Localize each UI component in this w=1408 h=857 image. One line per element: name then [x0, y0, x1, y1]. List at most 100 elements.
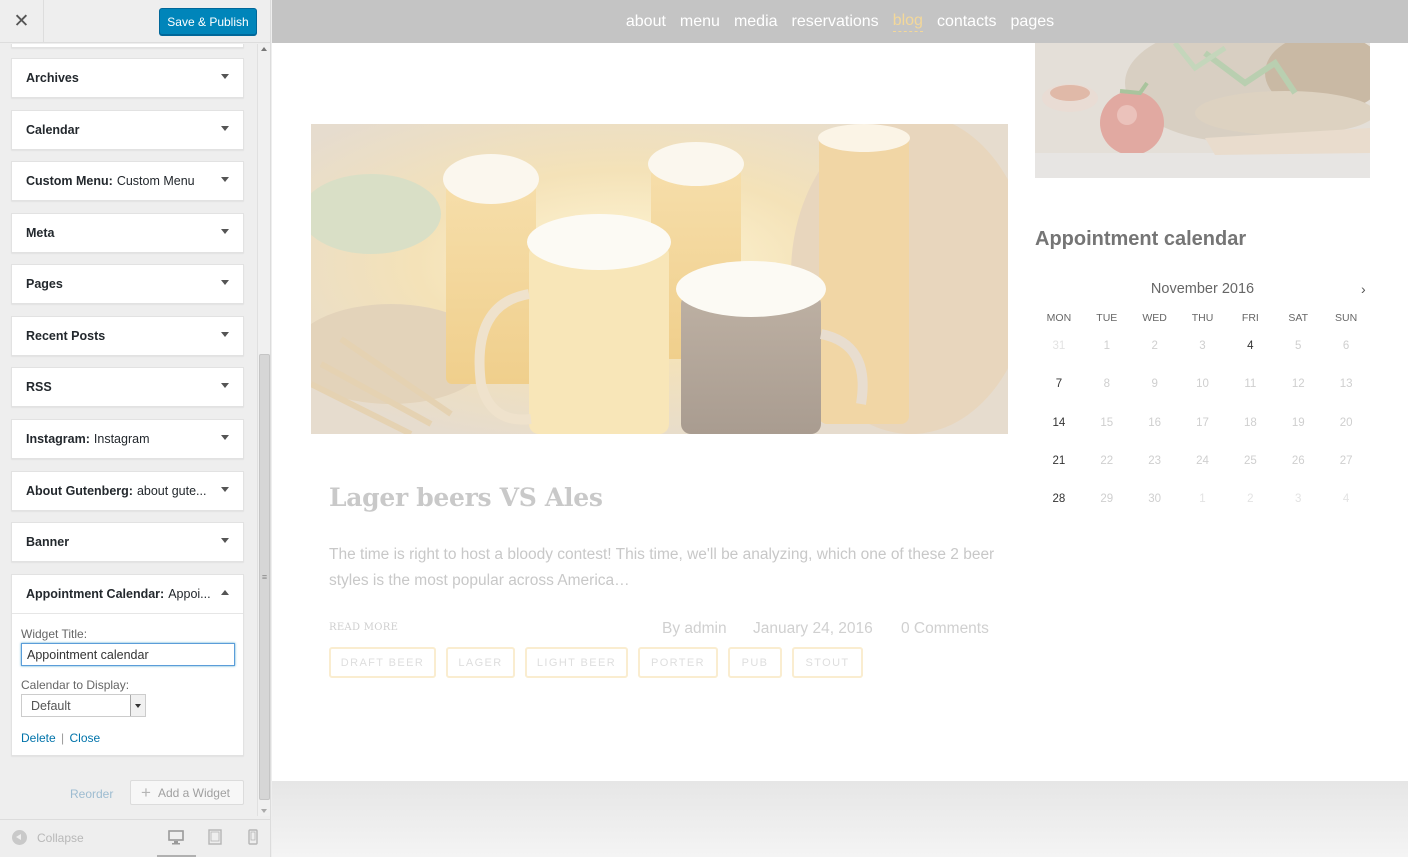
- calendar-day: 30: [1148, 493, 1162, 506]
- dropdown-arrow-icon[interactable]: [130, 695, 145, 716]
- tag-lager[interactable]: LAGER: [446, 647, 515, 678]
- add-widget-button[interactable]: + Add a Widget: [130, 780, 244, 805]
- widget-pages[interactable]: Pages: [11, 264, 244, 304]
- sidebar-header: ✕ Save & Publish: [0, 0, 270, 43]
- widget-meta[interactable]: Meta: [11, 213, 244, 253]
- scroll-down-icon[interactable]: [261, 809, 267, 813]
- post-comments[interactable]: 0 Comments: [901, 620, 989, 638]
- tag-light-beer[interactable]: LIGHT BEER: [525, 647, 628, 678]
- expand-arrow-icon[interactable]: [221, 487, 229, 492]
- expand-arrow-icon[interactable]: [221, 435, 229, 440]
- calendar-day: 31: [1052, 340, 1066, 352]
- expand-arrow-icon[interactable]: [221, 74, 229, 79]
- widget-banner[interactable]: Banner: [11, 522, 244, 562]
- reorder-link[interactable]: Reorder: [70, 787, 113, 801]
- close-customizer-button[interactable]: ✕: [0, 0, 44, 43]
- site-preview: about menu media reservations blog conta…: [272, 0, 1408, 857]
- expand-arrow-icon[interactable]: [221, 126, 229, 131]
- post-author[interactable]: By admin: [662, 620, 727, 638]
- delete-widget-link[interactable]: Delete: [21, 731, 56, 745]
- expand-arrow-icon[interactable]: [221, 177, 229, 182]
- calendar-day: 2: [1247, 493, 1254, 506]
- post-title[interactable]: Lager beers VS Ales: [329, 483, 603, 512]
- widget-header[interactable]: Appointment Calendar: Appoi...: [12, 575, 243, 613]
- widget-area-actions: Reorder + Add a Widget: [0, 778, 256, 808]
- calendar-day: 22: [1100, 454, 1114, 467]
- calendar-week-row: 28 29 30 1 2 3 4: [1035, 481, 1370, 519]
- widget-title: Calendar: [26, 123, 80, 137]
- nav-link-about[interactable]: about: [626, 13, 666, 31]
- widget-title-label: Widget Title:: [21, 627, 88, 641]
- post-featured-image: [311, 124, 1008, 434]
- widget-custom-menu[interactable]: Custom Menu: Custom Menu: [11, 161, 244, 201]
- nav-link-media[interactable]: media: [734, 13, 778, 31]
- widget-recent-posts[interactable]: Recent Posts: [11, 316, 244, 356]
- save-publish-button[interactable]: Save & Publish: [159, 8, 257, 35]
- scroll-up-icon[interactable]: [261, 47, 267, 51]
- close-icon: ✕: [13, 11, 30, 32]
- sidebar-food-image: [1035, 43, 1370, 178]
- widget-list: Archives Calendar Custom Menu: Custom Men…: [0, 44, 256, 816]
- widget-title: Recent Posts: [26, 329, 106, 343]
- calendar-day-available[interactable]: 4: [1226, 340, 1274, 366]
- nav-link-blog[interactable]: blog: [892, 12, 923, 32]
- widget-title: Custom Menu:: [26, 174, 113, 188]
- calendar-week-row: 14 15 16 17 18 19 20: [1035, 405, 1370, 443]
- calendar-day: 27: [1339, 454, 1353, 467]
- widget-title: RSS: [26, 380, 52, 394]
- widget-title: Archives: [26, 71, 79, 85]
- sidebar-scrollbar[interactable]: ≡: [257, 44, 270, 816]
- calendar-day: 1: [1199, 493, 1206, 506]
- widget-archives[interactable]: Archives: [11, 58, 244, 98]
- calendar-day-available[interactable]: 21: [1035, 455, 1083, 481]
- tag-stout[interactable]: STOUT: [792, 647, 863, 678]
- widget-calendar[interactable]: Calendar: [11, 110, 244, 150]
- weekday-label: TUE: [1096, 312, 1118, 324]
- nav-link-contacts[interactable]: contacts: [937, 13, 997, 31]
- tablet-preview-icon[interactable]: [206, 828, 226, 848]
- calendar-select-label: Calendar to Display:: [21, 678, 130, 692]
- widget-instagram[interactable]: Instagram: Instagram: [11, 419, 244, 459]
- weekday-label: SUN: [1335, 312, 1358, 324]
- desktop-preview-icon[interactable]: [167, 828, 187, 848]
- expand-arrow-icon[interactable]: [221, 538, 229, 543]
- calendar-day: 1: [1103, 340, 1110, 352]
- widget-about-gutenberg[interactable]: About Gutenberg: about gute...: [11, 471, 244, 511]
- calendar-week-row: 21 22 23 24 25 26 27: [1035, 443, 1370, 481]
- calendar-day-available[interactable]: 7: [1035, 378, 1083, 404]
- mobile-preview-icon[interactable]: [244, 828, 264, 848]
- calendar-day-available[interactable]: 14: [1035, 417, 1083, 443]
- tag-porter[interactable]: PORTER: [638, 647, 718, 678]
- expand-arrow-icon[interactable]: [221, 332, 229, 337]
- expand-arrow-icon[interactable]: [221, 229, 229, 234]
- expand-arrow-icon[interactable]: [221, 383, 229, 388]
- calendar-day: 25: [1243, 454, 1257, 467]
- widget-subtitle: Custom Menu: [116, 174, 195, 188]
- widget-subtitle: about gute...: [136, 484, 207, 498]
- tag-pub[interactable]: PUB: [728, 647, 782, 678]
- collapse-sidebar-button[interactable]: Collapse: [12, 830, 84, 845]
- widget-subtitle: Instagram: [93, 432, 150, 446]
- scrollbar-thumb[interactable]: ≡: [259, 354, 270, 800]
- nav-link-menu[interactable]: menu: [680, 13, 720, 31]
- calendar-select-value: Default: [31, 699, 71, 713]
- nav-link-reservations[interactable]: reservations: [792, 13, 879, 31]
- calendar-day: 17: [1196, 416, 1209, 429]
- calendar-select[interactable]: Default: [21, 694, 146, 717]
- tag-draft-beer[interactable]: DRAFT BEER: [329, 647, 436, 678]
- weekday-label: THU: [1191, 312, 1214, 324]
- widget-rss[interactable]: RSS: [11, 367, 244, 407]
- next-month-icon[interactable]: ›: [1361, 281, 1366, 297]
- widget-title-input[interactable]: [21, 643, 235, 666]
- close-widget-link[interactable]: Close: [70, 731, 101, 745]
- expand-arrow-icon[interactable]: [221, 280, 229, 285]
- customizer-window: ✕ Save & Publish Archives Calendar Custo…: [0, 0, 1408, 857]
- widget-appointment-calendar: Appointment Calendar: Appoi... Widget Tit…: [11, 574, 244, 756]
- calendar-day: 8: [1103, 378, 1110, 391]
- post-date: January 24, 2016: [753, 620, 873, 637]
- read-more-link[interactable]: READ MORE: [329, 622, 398, 633]
- collapse-arrow-icon[interactable]: [221, 590, 229, 595]
- calendar-day-available[interactable]: 28: [1035, 493, 1083, 519]
- calendar-week-row: 7 8 9 10 11 12 13: [1035, 366, 1370, 404]
- nav-link-pages[interactable]: pages: [1011, 13, 1055, 31]
